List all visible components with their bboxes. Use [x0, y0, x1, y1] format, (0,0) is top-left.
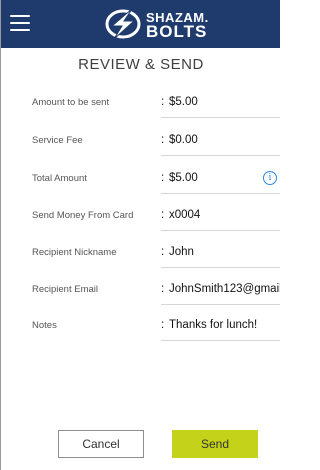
field-amount-to-be-sent: Amount to be sent : $5.00 [1, 92, 280, 122]
bolt-logo-icon [105, 8, 141, 40]
field-separator: : [161, 319, 165, 331]
field-recipient-email: Recipient Email : JohnSmith123@gmail [1, 279, 280, 309]
field-label: Service Fee [32, 135, 83, 146]
field-separator: : [161, 134, 165, 146]
field-underline [161, 267, 280, 268]
field-service-fee: Service Fee : $0.00 [1, 130, 280, 160]
field-total-amount: Total Amount : $5.00 i [1, 168, 280, 198]
logo-text-bolts: BOLTS [146, 22, 208, 41]
field-underline [161, 193, 280, 194]
field-separator: : [161, 283, 165, 295]
hamburger-menu-icon[interactable] [10, 13, 32, 33]
field-send-money-from-card: Send Money From Card : x0004 [1, 205, 280, 235]
field-label: Recipient Email [32, 284, 98, 295]
field-label: Amount to be sent [32, 97, 110, 108]
field-separator: : [161, 209, 165, 221]
field-label: Total Amount [32, 173, 87, 184]
field-notes: Notes : Thanks for lunch! [1, 315, 280, 345]
field-value: x0004 [169, 209, 201, 221]
field-underline [161, 340, 280, 341]
send-button[interactable]: Send [172, 430, 258, 458]
app-screen: SHAZAM. BOLTS REVIEW & SEND Amount to be… [0, 0, 280, 470]
field-underline [161, 304, 280, 305]
field-value: John [169, 246, 194, 258]
field-separator: : [161, 246, 165, 258]
field-value: Thanks for lunch! [169, 319, 258, 331]
info-icon[interactable]: i [263, 171, 277, 185]
field-recipient-nickname: Recipient Nickname : John [1, 242, 280, 272]
field-separator: : [161, 96, 165, 108]
app-header: SHAZAM. BOLTS [1, 0, 280, 48]
field-underline [161, 117, 280, 118]
shazam-bolts-logo: SHAZAM. BOLTS [104, 4, 224, 44]
field-value: $0.00 [169, 134, 198, 146]
field-label: Recipient Nickname [32, 247, 117, 258]
field-separator: : [161, 172, 165, 184]
field-underline [161, 155, 280, 156]
cancel-button[interactable]: Cancel [58, 430, 144, 458]
field-value: $5.00 [169, 172, 198, 184]
field-value: $5.00 [169, 96, 198, 108]
field-underline [161, 230, 280, 231]
field-value: JohnSmith123@gmail [169, 283, 280, 295]
page-title: REVIEW & SEND [78, 56, 204, 73]
field-label: Send Money From Card [32, 210, 134, 221]
field-label: Notes [32, 320, 57, 331]
